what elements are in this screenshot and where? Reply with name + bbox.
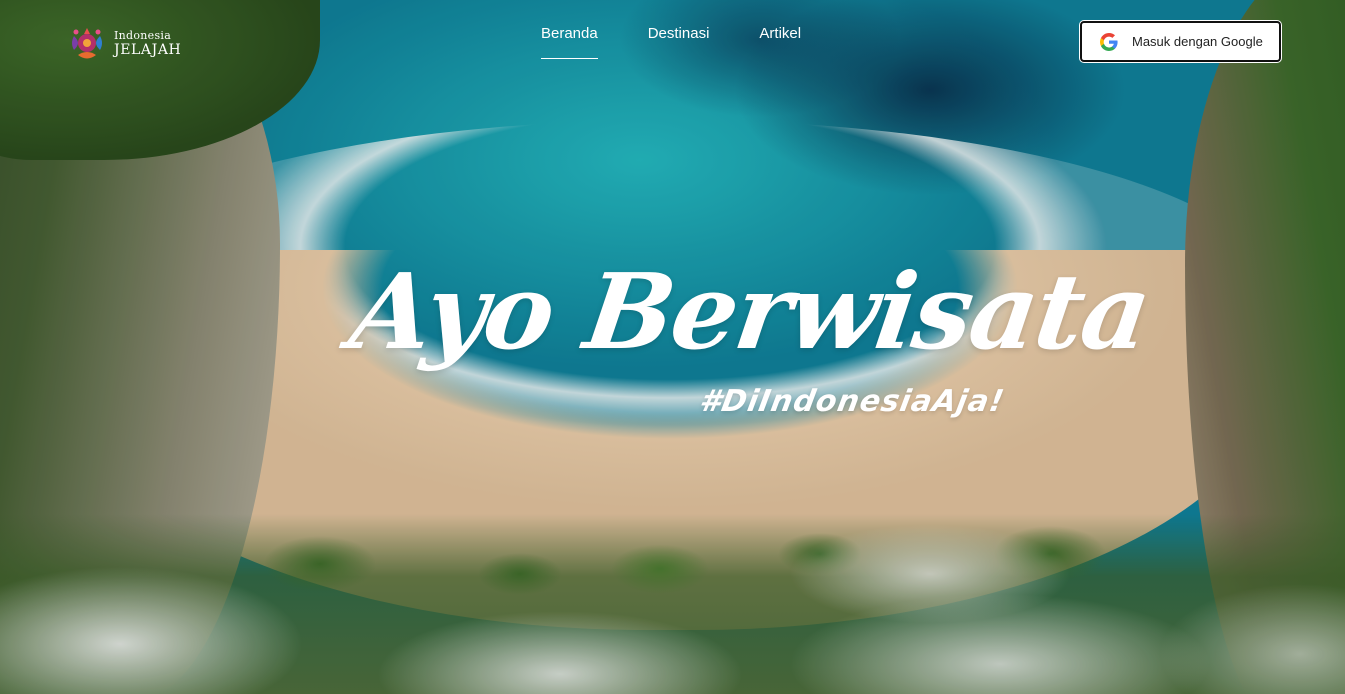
nav-artikel[interactable]: Artikel: [759, 25, 801, 59]
google-login-button[interactable]: Masuk dengan Google: [1080, 21, 1281, 62]
logo-line-2: JELAJAH: [114, 41, 182, 58]
nav-destinasi[interactable]: Destinasi: [648, 25, 710, 59]
hero-title: Ayo Berwisata: [343, 250, 1157, 373]
logo-emblem-icon: [72, 28, 102, 59]
google-icon: [1100, 32, 1118, 51]
site-logo[interactable]: Indonesia JELAJAH: [66, 22, 186, 64]
logo-line-1: Indonesia: [114, 28, 172, 42]
hero-hashtag: #DiIndonesiaAja!: [696, 384, 1008, 419]
logo-wordmark: Indonesia JELAJAH: [114, 30, 181, 57]
google-login-label: Masuk dengan Google: [1132, 34, 1263, 49]
main-nav: Beranda Destinasi Artikel: [541, 25, 801, 59]
nav-beranda[interactable]: Beranda: [541, 25, 598, 59]
